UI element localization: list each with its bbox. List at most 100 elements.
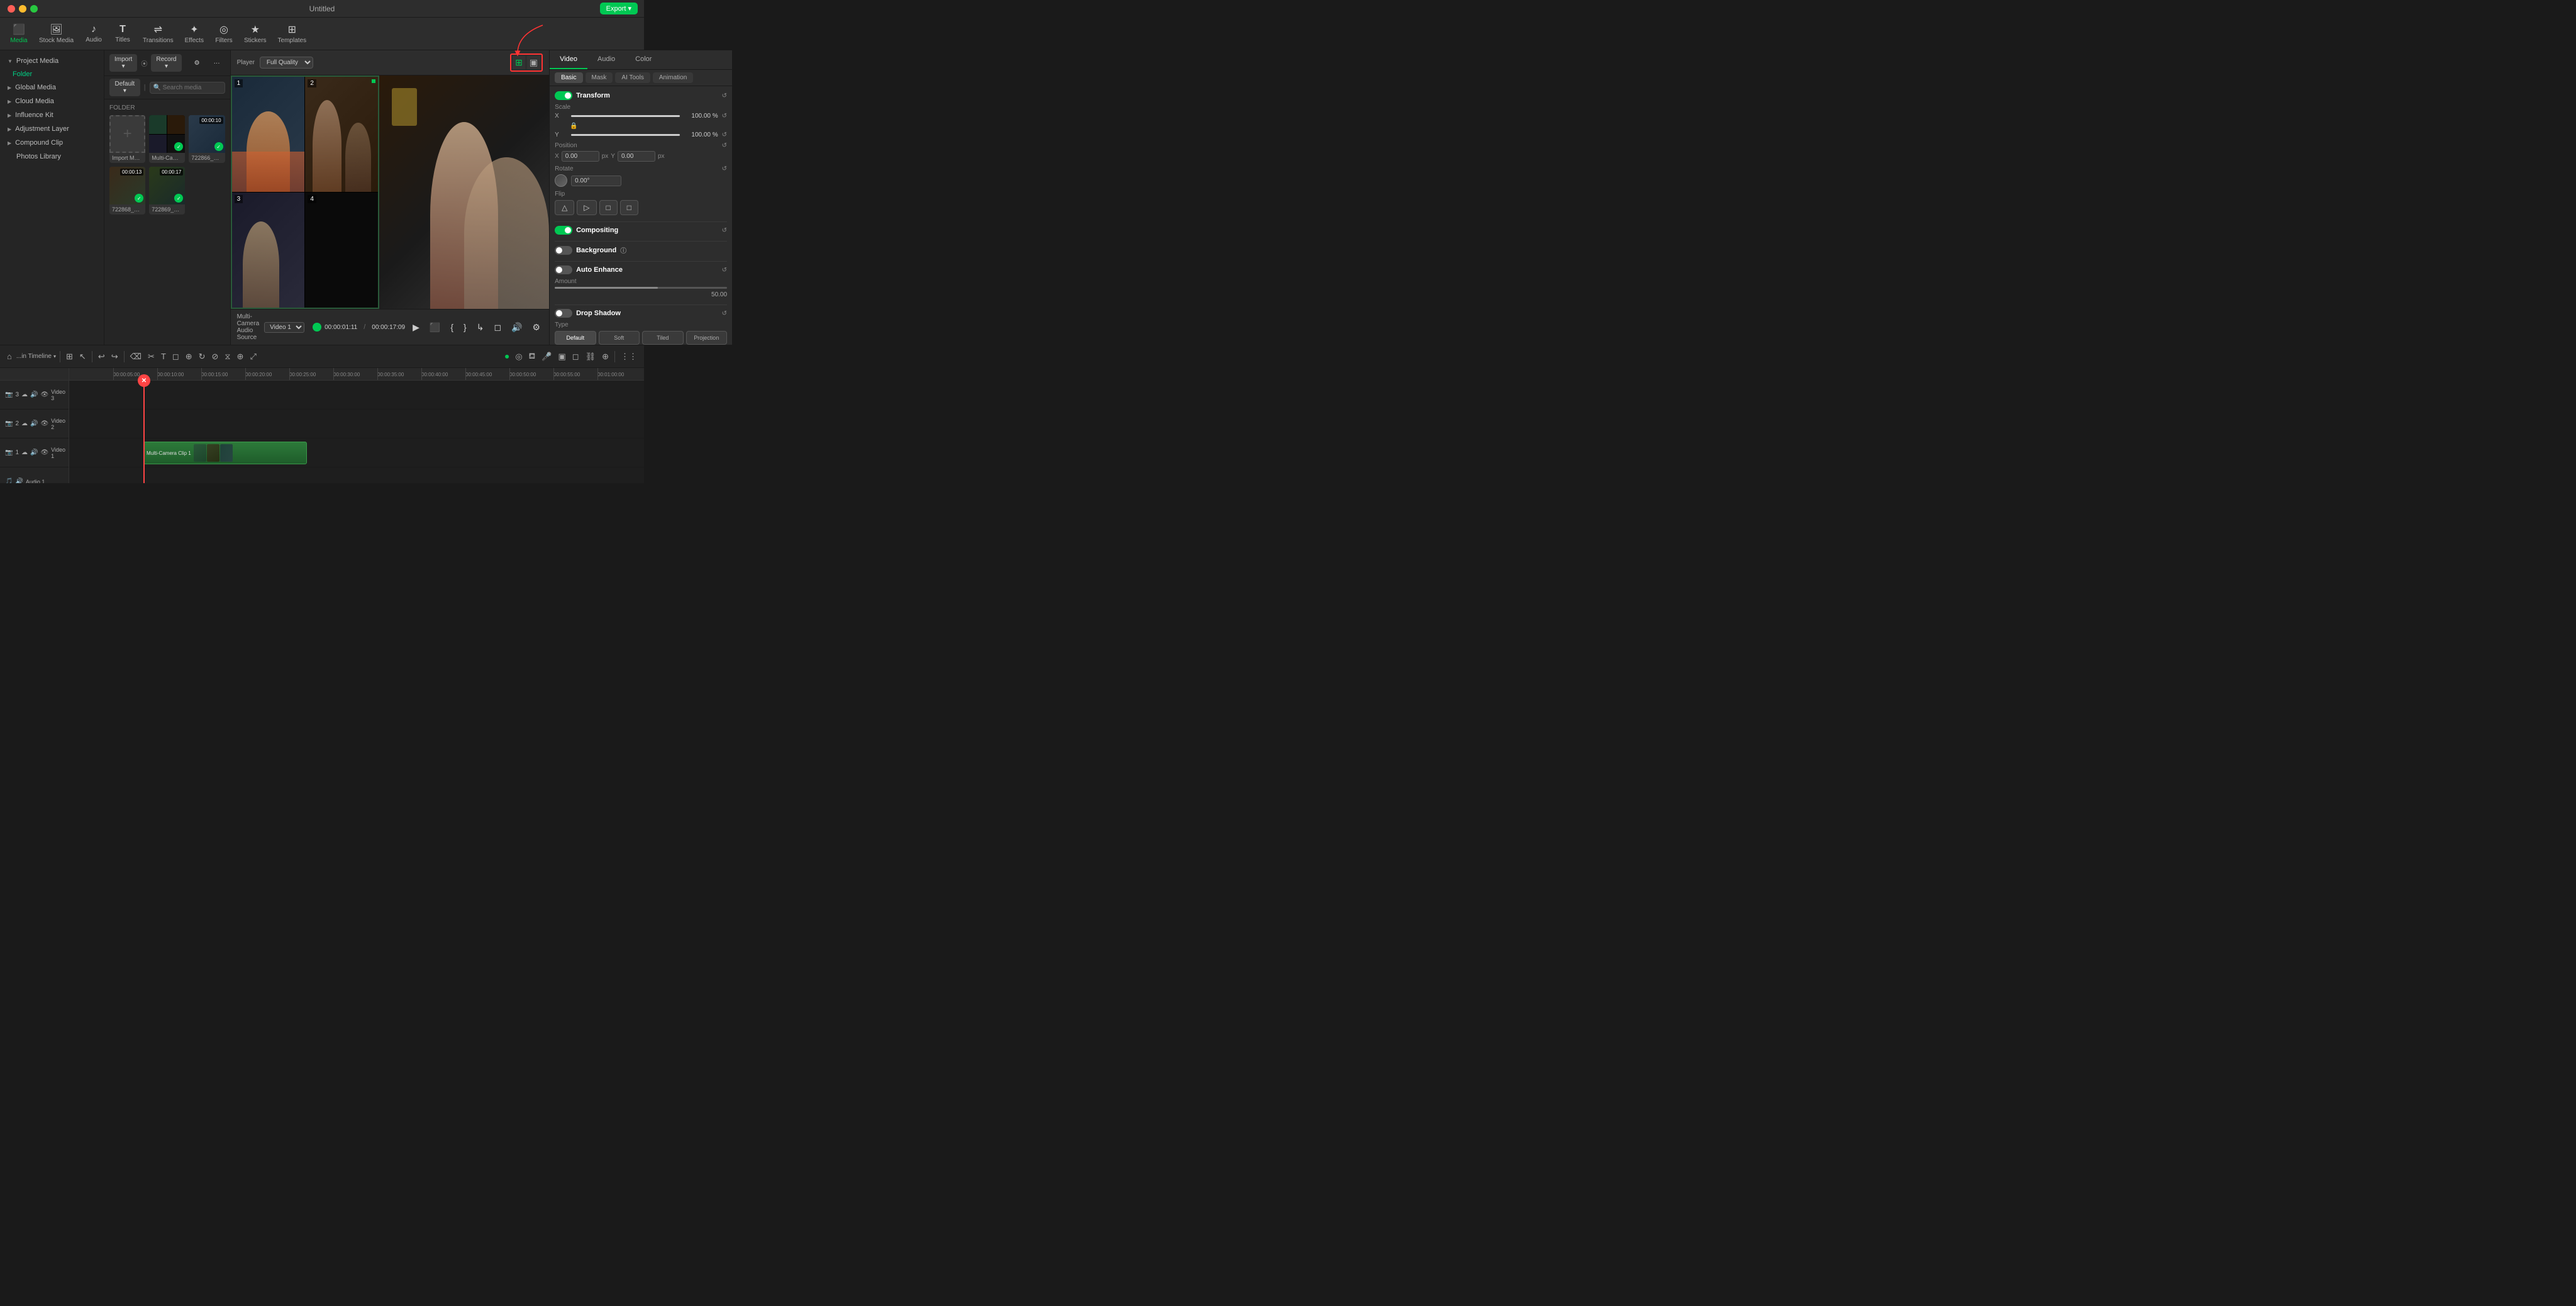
cut-button[interactable]: ✂: [146, 350, 157, 364]
pos-x-input[interactable]: [562, 151, 599, 162]
toolbar-transitions[interactable]: ⇌ Transitions: [138, 21, 179, 47]
stop-button[interactable]: ⬛: [427, 321, 443, 334]
close-button[interactable]: [8, 5, 15, 13]
eye-icon[interactable]: 👁: [40, 391, 48, 398]
sidebar-item-project-media[interactable]: ▼ Project Media: [0, 54, 104, 68]
scale-x-slider[interactable]: [571, 115, 680, 117]
preview-cell-2[interactable]: 2: [305, 77, 378, 192]
rect-button[interactable]: ◻: [170, 350, 181, 364]
export-button[interactable]: Export ▾: [600, 3, 638, 14]
audio-source-select[interactable]: Video 1: [264, 322, 304, 333]
media-item-clip3[interactable]: 00:00:13 ✓ 722868_Recording P...: [109, 167, 145, 215]
transform-reset-icon[interactable]: ↺: [722, 92, 727, 99]
grid-view-toggle[interactable]: ⊞ ▣: [510, 53, 543, 72]
snapshot-button[interactable]: ◻: [491, 321, 504, 334]
default-sort-button[interactable]: Default ▾: [109, 79, 140, 96]
media-item-import[interactable]: + Import Media: [109, 115, 145, 163]
rotate-input[interactable]: [571, 176, 621, 186]
undo-button[interactable]: ↩: [96, 350, 107, 364]
media-item-clip4[interactable]: 00:00:17 ✓ 722869_Recording P...: [149, 167, 185, 215]
rotate-tl-button[interactable]: ↻: [197, 350, 208, 364]
eye-icon[interactable]: 👁: [40, 420, 48, 427]
preview-cell-3[interactable]: 3: [232, 193, 305, 308]
delete-button[interactable]: ⌫: [128, 350, 143, 364]
sidebar-item-global-media[interactable]: ▶ Global Media: [0, 81, 104, 94]
lock-icon[interactable]: 🔒: [570, 123, 577, 130]
preview-cell-1[interactable]: 1: [232, 77, 305, 192]
background-toggle[interactable]: [555, 246, 572, 255]
subtab-mask[interactable]: Mask: [586, 72, 613, 83]
playhead[interactable]: ✕: [143, 381, 145, 483]
tab-audio[interactable]: Audio: [587, 50, 625, 69]
add-button[interactable]: ⊕: [235, 350, 246, 364]
sidebar-item-influence-kit[interactable]: ▶ Influence Kit: [0, 108, 104, 122]
more-button[interactable]: ···: [209, 58, 225, 69]
compositing-reset[interactable]: ↺: [722, 227, 727, 234]
video-clip[interactable]: Multi-Camera Clip 1: [143, 442, 307, 464]
clip-button[interactable]: ↳: [474, 321, 487, 334]
preview-cell-4[interactable]: 4: [305, 193, 378, 308]
position-reset[interactable]: ↺: [722, 142, 727, 149]
timeline-content[interactable]: 00:00:05:00 00:00:10:00 00:00:15:00 00:0…: [69, 368, 644, 483]
fullscreen-button[interactable]: [30, 5, 38, 13]
box-tl-button[interactable]: ◻: [570, 350, 581, 364]
reset-icon[interactable]: ↺: [722, 131, 727, 138]
media-item-clip1[interactable]: ✓ Multi-Camera Clip 1: [149, 115, 185, 163]
shadow-tiled-button[interactable]: Tiled: [642, 331, 684, 345]
toolbar-titles[interactable]: T Titles: [109, 21, 136, 46]
flip-v-button[interactable]: □: [620, 200, 638, 215]
flip-vertical-button[interactable]: ▷: [577, 200, 596, 215]
subtab-animation[interactable]: Animation: [653, 72, 693, 83]
tab-video[interactable]: Video: [550, 50, 587, 69]
auto-enhance-toggle[interactable]: [555, 265, 572, 274]
timeline-pointer-button[interactable]: ↖: [77, 350, 88, 364]
auto-enhance-reset[interactable]: ↺: [722, 267, 727, 274]
toolbar-templates[interactable]: ⊞ Templates: [273, 21, 312, 47]
record-button[interactable]: Record ▾: [151, 54, 181, 72]
expand-button[interactable]: ⤢: [248, 350, 258, 364]
sidebar-item-compound-clip[interactable]: ▶ Compound Clip: [0, 136, 104, 150]
redo-button[interactable]: ↪: [109, 350, 120, 364]
play-button[interactable]: ▶: [410, 321, 422, 334]
drop-shadow-toggle[interactable]: [555, 309, 572, 318]
compositing-toggle[interactable]: [555, 226, 572, 235]
toolbar-stock-media[interactable]: 🖼 Stock Media: [34, 21, 79, 47]
grid-tl-button[interactable]: ▣: [556, 350, 567, 364]
chain-button[interactable]: ⛓: [584, 350, 598, 364]
tab-color[interactable]: Color: [625, 50, 662, 69]
minimize-button[interactable]: [19, 5, 26, 13]
drop-shadow-reset[interactable]: ↺: [722, 310, 727, 317]
audio-btn[interactable]: 🔊: [509, 321, 525, 334]
reset-icon[interactable]: ↺: [722, 113, 727, 120]
amount-slider[interactable]: [555, 287, 727, 289]
toolbar-stickers[interactable]: ★ Stickers: [239, 21, 272, 47]
eye-icon[interactable]: 👁: [40, 449, 48, 456]
more-tl-button[interactable]: ⋮⋮: [619, 350, 639, 364]
toolbar-effects[interactable]: ✦ Effects: [180, 21, 209, 47]
single-view-button[interactable]: ▣: [527, 56, 540, 69]
timeline-home-button[interactable]: ⌂: [5, 350, 14, 363]
record-tl-button[interactable]: ⏺: [503, 350, 511, 364]
filter-button[interactable]: ⚙: [189, 58, 205, 69]
zoom-add-button[interactable]: ⊕: [600, 350, 611, 364]
speed-button[interactable]: ⧖: [223, 350, 232, 364]
subtab-ai-tools[interactable]: AI Tools: [615, 72, 650, 83]
settings-btn[interactable]: ⚙: [530, 321, 543, 334]
shadow-projection-button[interactable]: Projection: [686, 331, 728, 345]
crop-button[interactable]: ⊕: [184, 350, 194, 364]
mic-button[interactable]: 🎤: [540, 350, 553, 364]
flip-h-button[interactable]: □: [599, 200, 618, 215]
shadow-default-button[interactable]: Default: [555, 331, 596, 345]
toolbar-filters[interactable]: ◎ Filters: [210, 21, 238, 47]
mark-out-button[interactable]: }: [461, 321, 469, 333]
quality-select[interactable]: Full Quality: [260, 57, 313, 69]
scale-y-slider[interactable]: [571, 134, 680, 136]
flip-horizontal-button[interactable]: △: [555, 200, 574, 215]
toolbar-audio[interactable]: ♪ Audio: [80, 21, 108, 46]
cam-button[interactable]: ◎: [513, 350, 524, 364]
sidebar-folder-label[interactable]: Folder: [0, 68, 104, 81]
sidebar-item-cloud-media[interactable]: ▶ Cloud Media: [0, 94, 104, 108]
pos-y-input[interactable]: [618, 151, 655, 162]
snap-button[interactable]: ⛾: [527, 349, 538, 364]
timeline-grid-button[interactable]: ⊞: [64, 350, 75, 364]
